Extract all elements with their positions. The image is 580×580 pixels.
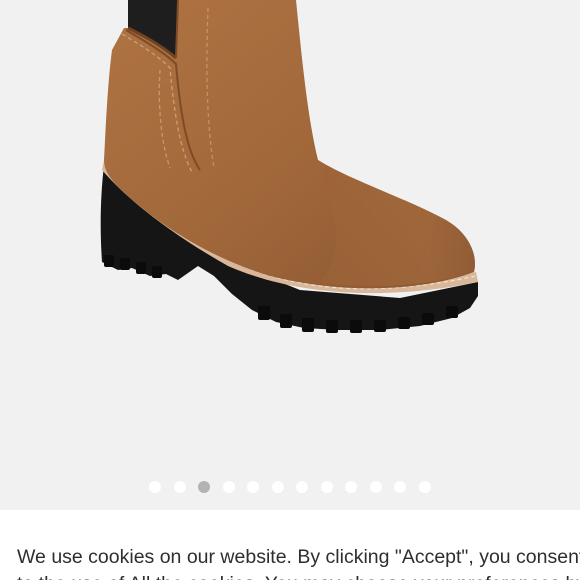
- suede-chelsea-boot-icon: [100, 0, 479, 333]
- product-image[interactable]: [0, 0, 580, 510]
- cookie-text-line-1: We use cookies on our website. By clicki…: [17, 546, 580, 568]
- carousel-dot-1[interactable]: [149, 481, 162, 493]
- cookie-banner: We use cookies on our website. By clicki…: [0, 510, 580, 580]
- carousel-dot-3-active[interactable]: [198, 481, 211, 493]
- carousel-dot-4[interactable]: [222, 481, 235, 493]
- carousel-dot-12[interactable]: [418, 481, 431, 493]
- carousel-dot-7[interactable]: [296, 481, 309, 493]
- product-page: We use cookies on our website. By clicki…: [0, 0, 580, 580]
- carousel-dot-10[interactable]: [369, 481, 382, 493]
- carousel-dots: [0, 481, 580, 493]
- carousel-dot-8[interactable]: [320, 481, 333, 493]
- carousel-dot-5[interactable]: [247, 481, 260, 493]
- cookie-text-line-2: to the use of All the cookies. You may c…: [17, 571, 580, 580]
- carousel-dot-11[interactable]: [394, 481, 407, 493]
- carousel-dot-2[interactable]: [173, 481, 186, 493]
- carousel-dot-9[interactable]: [345, 481, 358, 493]
- carousel-dot-6[interactable]: [271, 481, 284, 493]
